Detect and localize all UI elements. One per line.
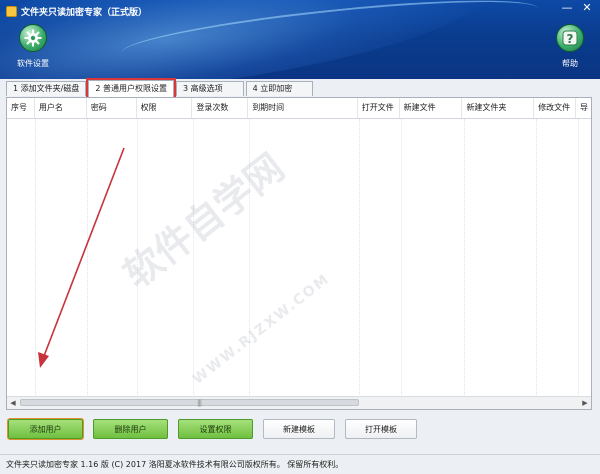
col-open-file[interactable]: 打开文件 <box>358 98 400 118</box>
column-divider <box>193 119 194 397</box>
settings-tool[interactable]: 软件设置 <box>13 24 53 69</box>
table-header: 序号 用户名 密码 权限 登录次数 到期时间 打开文件 新建文件 新建文件夹 修… <box>7 98 591 119</box>
minimize-button[interactable]: — <box>558 2 576 16</box>
scroll-grip-icon: ||| <box>197 399 202 407</box>
help-label: 帮助 <box>562 59 578 68</box>
tab-strip: 1 添加文件夹/磁盘 2 普通用户权限设置 3 高级选项 4 立即加密 <box>6 78 314 99</box>
svg-text:?: ? <box>567 32 574 46</box>
column-divider <box>137 119 138 397</box>
col-new-file[interactable]: 新建文件 <box>400 98 463 118</box>
status-bar: 文件夹只读加密专家 1.16 版 (C) 2017 洛阳夏冰软件技术有限公司版权… <box>0 454 600 473</box>
title-bar: 文件夹只读加密专家（正式版） — ✕ 软件设置 ? 帮助 <box>0 0 600 79</box>
column-divider <box>87 119 88 397</box>
col-username[interactable]: 用户名 <box>35 98 87 118</box>
help-tool[interactable]: ? 帮助 <box>550 24 590 69</box>
column-divider <box>249 119 250 397</box>
col-new-folder[interactable]: 新建文件夹 <box>462 98 535 118</box>
window-title: 文件夹只读加密专家（正式版） <box>6 5 147 18</box>
horizontal-scrollbar[interactable]: ◀ ||| ▶ <box>7 396 591 409</box>
col-more[interactable]: 导 <box>576 98 591 118</box>
col-password[interactable]: 密码 <box>87 98 137 118</box>
new-template-button[interactable]: 新建模板 <box>263 419 335 439</box>
user-table[interactable]: 序号 用户名 密码 权限 登录次数 到期时间 打开文件 新建文件 新建文件夹 修… <box>6 97 592 410</box>
tab-encrypt-now[interactable]: 4 立即加密 <box>245 81 314 96</box>
tab-user-permissions[interactable]: 2 普通用户权限设置 <box>86 78 176 99</box>
add-user-button[interactable]: 添加用户 <box>7 418 84 440</box>
column-divider <box>35 119 36 397</box>
window-controls: — ✕ <box>558 2 596 16</box>
scroll-thumb[interactable]: ||| <box>20 399 359 407</box>
settings-label: 软件设置 <box>17 59 49 68</box>
column-divider <box>401 119 402 397</box>
col-expire-time[interactable]: 到期时间 <box>248 98 358 118</box>
col-modify-file[interactable]: 修改文件 <box>534 98 577 118</box>
tab-advanced-options[interactable]: 3 高级选项 <box>175 81 244 96</box>
col-login-count[interactable]: 登录次数 <box>192 98 249 118</box>
column-divider <box>578 119 579 397</box>
open-template-button[interactable]: 打开模板 <box>345 419 417 439</box>
tab-add-folder[interactable]: 1 添加文件夹/磁盘 <box>6 81 87 96</box>
gear-icon <box>19 24 47 52</box>
table-body <box>7 119 591 397</box>
app-icon <box>6 6 17 17</box>
delete-user-button[interactable]: 删除用户 <box>93 419 168 439</box>
scroll-right-arrow-icon[interactable]: ▶ <box>579 397 591 409</box>
close-button[interactable]: ✕ <box>578 2 596 16</box>
help-icon: ? <box>556 24 584 52</box>
column-divider <box>536 119 537 397</box>
col-index[interactable]: 序号 <box>7 98 35 118</box>
window-title-text: 文件夹只读加密专家（正式版） <box>21 8 148 18</box>
col-permission[interactable]: 权限 <box>137 98 193 118</box>
column-divider <box>464 119 465 397</box>
action-bar: 添加用户 删除用户 设置权限 新建模板 打开模板 <box>7 418 417 440</box>
scroll-left-arrow-icon[interactable]: ◀ <box>7 397 19 409</box>
set-permission-button[interactable]: 设置权限 <box>178 419 253 439</box>
column-divider <box>359 119 360 397</box>
